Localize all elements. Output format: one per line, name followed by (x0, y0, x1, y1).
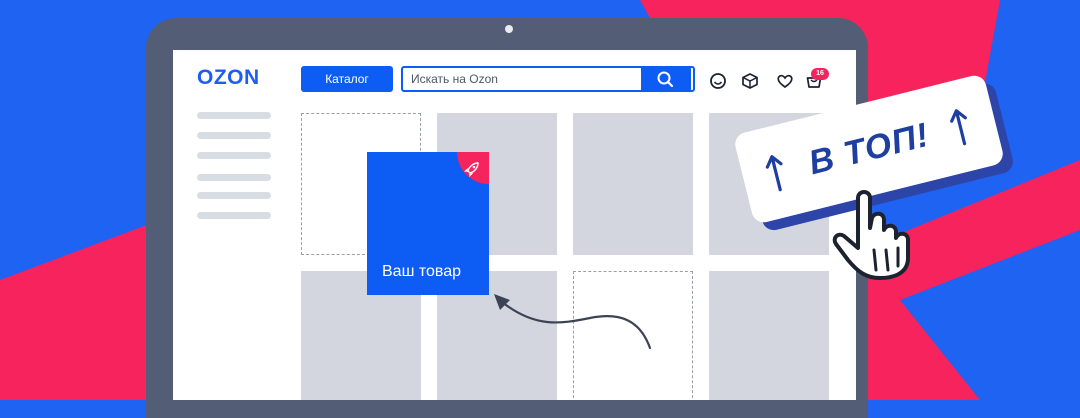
product-card[interactable] (573, 113, 693, 255)
sidebar-line (197, 174, 271, 181)
sidebar-line (197, 112, 271, 119)
rocket-icon (464, 162, 479, 177)
search-icon (657, 71, 674, 88)
catalog-button[interactable]: Каталог (301, 66, 393, 92)
search-button[interactable] (641, 66, 691, 92)
ozon-logo[interactable]: OZON (197, 66, 260, 90)
pointer-hand-icon (832, 190, 910, 280)
search-placeholder: Искать на Ozon (411, 72, 498, 86)
laptop-camera (505, 25, 513, 33)
product-card[interactable] (709, 271, 829, 400)
heart-icon[interactable] (776, 72, 794, 90)
sidebar-line (197, 192, 271, 199)
move-arrow (494, 294, 652, 350)
sidebar-line (197, 132, 271, 139)
product-label: Ваш товар (382, 263, 462, 280)
smile-icon[interactable] (709, 72, 727, 90)
box-icon[interactable] (741, 72, 759, 90)
sidebar-line (197, 152, 271, 159)
cart-badge: 16 (811, 68, 829, 80)
sidebar-line (197, 212, 271, 219)
your-product-card[interactable]: Ваш товар (367, 152, 489, 295)
